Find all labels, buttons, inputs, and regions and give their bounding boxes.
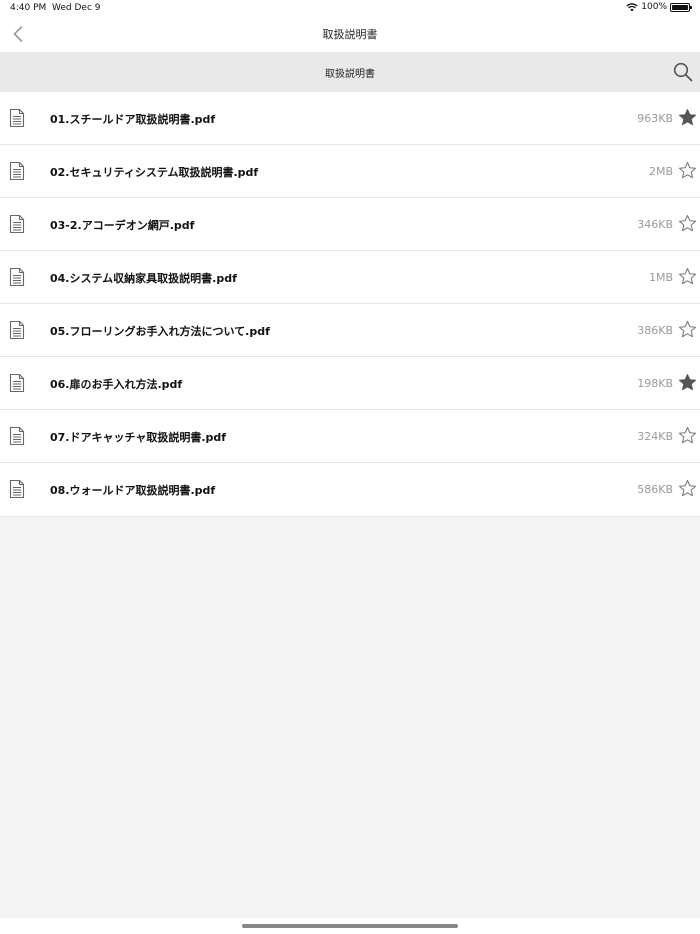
file-size: 1MB (648, 271, 673, 284)
star-outline-icon[interactable] (678, 161, 697, 180)
battery-icon (670, 2, 692, 12)
file-size: 586KB (637, 483, 673, 496)
file-row[interactable]: 08.ウォールドア取扱説明書.pdf 586KB (0, 463, 700, 517)
search-icon[interactable] (672, 61, 694, 83)
document-icon (9, 373, 25, 393)
file-row[interactable]: 07.ドアキャッチャ取扱説明書.pdf 324KB (0, 410, 700, 463)
star-outline-icon[interactable] (678, 320, 697, 339)
star-outline-icon[interactable] (678, 479, 697, 498)
star-outline-icon[interactable] (678, 214, 697, 233)
document-icon (9, 320, 25, 340)
file-name: 04.システム収納家具取扱説明書.pdf (50, 272, 237, 285)
star-filled-icon[interactable] (678, 373, 697, 392)
star-outline-icon[interactable] (678, 426, 697, 445)
file-name: 05.フローリングお手入れ方法について.pdf (50, 325, 270, 338)
file-name: 02.セキュリティシステム取扱説明書.pdf (50, 166, 259, 179)
folder-header: 取扱説明書 (0, 52, 700, 92)
file-size: 198KB (637, 377, 673, 390)
file-name: 01.スチールドア取扱説明書.pdf (50, 113, 216, 126)
star-filled-icon[interactable] (678, 108, 697, 127)
battery-percent: 100% (641, 2, 667, 12)
file-size: 963KB (637, 112, 673, 125)
file-size: 324KB (637, 430, 673, 443)
file-row[interactable]: 05.フローリングお手入れ方法について.pdf 386KB (0, 304, 700, 357)
navigation-bar: 取扱説明書 (0, 16, 700, 52)
file-row[interactable]: 01.スチールドア取扱説明書.pdf 963KB (0, 92, 700, 145)
document-icon (9, 479, 25, 499)
file-row[interactable]: 06.扉のお手入れ方法.pdf 198KB (0, 357, 700, 410)
status-date: Wed Dec 9 (52, 3, 101, 13)
file-name: 03-2.アコーデオン網戸.pdf (50, 219, 195, 232)
file-list: 01.スチールドア取扱説明書.pdf 963KB 02.セキュリティシステム取扱説明… (0, 92, 700, 517)
status-bar: 4:40 PM Wed Dec 9 100% (0, 0, 700, 16)
status-time: 4:40 PM (10, 3, 47, 13)
wifi-icon (626, 2, 638, 11)
document-icon (9, 108, 25, 128)
folder-title: 取扱説明書 (325, 69, 375, 80)
document-icon (9, 214, 25, 234)
file-row[interactable]: 03-2.アコーデオン網戸.pdf 346KB (0, 198, 700, 251)
home-indicator-area (0, 918, 700, 934)
document-icon (9, 267, 25, 287)
file-row[interactable]: 04.システム収納家具取扱説明書.pdf 1MB (0, 251, 700, 304)
home-indicator[interactable] (242, 924, 458, 928)
file-name: 08.ウォールドア取扱説明書.pdf (50, 484, 216, 497)
document-icon (9, 426, 25, 446)
file-size: 346KB (637, 218, 673, 231)
page-title: 取扱説明書 (322, 28, 378, 41)
file-size: 386KB (637, 324, 673, 337)
file-size: 2MB (648, 165, 673, 178)
star-outline-icon[interactable] (678, 267, 697, 286)
file-row[interactable]: 02.セキュリティシステム取扱説明書.pdf 2MB (0, 145, 700, 198)
file-name: 06.扉のお手入れ方法.pdf (50, 378, 183, 391)
document-icon (9, 161, 25, 181)
status-right: 100% (626, 2, 692, 12)
file-name: 07.ドアキャッチャ取扱説明書.pdf (50, 431, 227, 444)
